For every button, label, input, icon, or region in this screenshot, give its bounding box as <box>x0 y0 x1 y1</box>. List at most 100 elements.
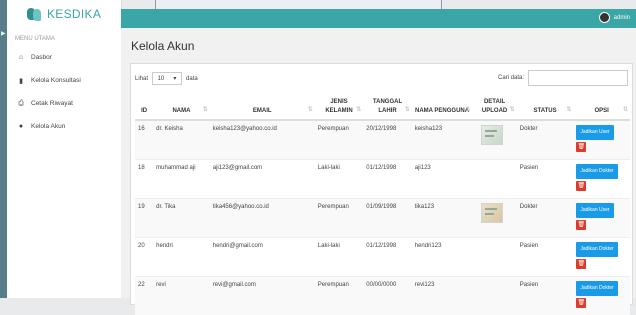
make-doctor-button[interactable]: Jadikan Dokter <box>576 242 617 257</box>
cell-options: Jadikan Dokter 🗑 <box>573 238 630 277</box>
column-header[interactable]: NAMA PENGGUNA⇅ <box>412 91 473 120</box>
cell-birthdate: 01/09/1998 <box>363 199 411 238</box>
sidebar-item-label: Kelola Akun <box>31 123 65 130</box>
cell-username: hendri123 <box>412 238 473 277</box>
table-row: 20 hendri hendri@gmail.com Laki-laki 01/… <box>135 238 630 277</box>
delete-button[interactable]: 🗑 <box>576 298 586 308</box>
cell-gender: Perempuan <box>315 120 363 160</box>
page-title: Kelola Akun <box>131 39 194 53</box>
avatar <box>599 12 610 23</box>
sidebar-item-label: Dasbor <box>31 54 52 61</box>
make-doctor-button[interactable]: Jadikan Dokter <box>576 281 617 296</box>
cell-username: revi123 <box>412 277 473 315</box>
trash-icon: 🗑 <box>578 183 586 189</box>
entries-label: data <box>186 76 198 82</box>
sort-icon: ⇅ <box>308 106 313 115</box>
make-user-button[interactable]: Jadikan User <box>576 125 613 140</box>
accounts-panel: Lihat 10▾ data Cari data: ID NAMA⇅ EMAIL… <box>130 63 633 305</box>
user-name: admin <box>614 15 630 21</box>
cell-email: aji123@gmail.com <box>210 160 315 199</box>
brand-name: KESDIKA <box>47 7 101 21</box>
search-label: Cari data: <box>498 75 524 81</box>
cell-status: Dokter <box>517 120 574 160</box>
cell-id: 19 <box>135 199 153 238</box>
sort-icon: ⇅ <box>356 106 361 115</box>
delete-button[interactable]: 🗑 <box>576 142 586 152</box>
cell-name: revi <box>153 277 210 315</box>
upload-thumbnail[interactable] <box>481 125 503 145</box>
cell-status: Pasien <box>517 160 574 199</box>
search-input[interactable] <box>528 70 628 86</box>
column-header[interactable]: STATUS⇅ <box>517 91 574 120</box>
sort-icon: ⇅ <box>203 106 208 115</box>
cell-email: hendri@gmail.com <box>210 238 315 277</box>
sidebar-item-dasbor[interactable]: ⌂ Dasbor <box>7 46 121 69</box>
cell-gender: Perempuan <box>315 199 363 238</box>
left-window-strip: ▶ <box>0 0 7 298</box>
column-header[interactable]: OPSI⇅ <box>573 91 630 120</box>
column-header[interactable]: NAMA⇅ <box>153 91 210 120</box>
top-navbar: admin <box>121 9 636 28</box>
table-row: 16 dr. Keisha keisha123@yahoo.co.id Pere… <box>135 120 630 160</box>
table-row: 19 dr. Tika tika456@yahoo.co.id Perempua… <box>135 199 630 238</box>
cell-gender: Laki-laki <box>315 238 363 277</box>
cell-id: 18 <box>135 160 153 199</box>
cell-options: Jadikan User 🗑 <box>573 120 630 160</box>
sidebar-item-cetak-riwayat[interactable]: ⎙ Cetak Riwayat <box>7 92 121 115</box>
delete-button[interactable]: 🗑 <box>576 259 586 269</box>
column-header[interactable]: EMAIL⇅ <box>210 91 315 120</box>
sort-icon: ⇅ <box>566 106 571 115</box>
page-length-select[interactable]: 10▾ <box>152 72 182 85</box>
main-content: Kelola Akun Lihat 10▾ data Cari data: ID… <box>121 28 636 298</box>
cell-status: Pasien <box>517 238 574 277</box>
cell-username: keisha123 <box>412 120 473 160</box>
column-header[interactable]: TANGGAL LAHIR⇅ <box>363 91 411 120</box>
cell-upload <box>472 120 516 160</box>
cell-birthdate: 01/12/1998 <box>363 238 411 277</box>
brand[interactable]: KESDIKA <box>7 0 121 28</box>
column-header[interactable]: JENIS KELAMIN⇅ <box>315 91 363 120</box>
sidebar-item-label: Kelola Konsultasi <box>31 77 81 84</box>
make-user-button[interactable]: Jadikan User <box>576 203 613 218</box>
cell-email: keisha123@yahoo.co.id <box>210 120 315 160</box>
cell-email: revi@gmail.com <box>210 277 315 315</box>
cell-birthdate: 20/12/1998 <box>363 120 411 160</box>
sidebar-item-kelola-konsultasi[interactable]: ▮ Kelola Konsultasi <box>7 69 121 92</box>
cell-options: Jadikan User 🗑 <box>573 199 630 238</box>
trash-icon: 🗑 <box>578 222 586 228</box>
cell-email: tika456@yahoo.co.id <box>210 199 315 238</box>
cell-birthdate: 00/00/0000 <box>363 277 411 315</box>
cell-upload <box>472 277 516 315</box>
print-icon: ⎙ <box>17 100 25 108</box>
sidebar-item-label: Cetak Riwayat <box>31 100 73 107</box>
sidebar-item-kelola-akun[interactable]: ● Kelola Akun <box>7 115 121 138</box>
expand-arrow-icon[interactable]: ▶ <box>1 30 6 37</box>
make-doctor-button[interactable]: Jadikan Dokter <box>576 164 617 179</box>
cell-upload <box>472 160 516 199</box>
cell-username: aji123 <box>412 160 473 199</box>
file-icon: ▮ <box>17 77 25 85</box>
sort-icon: ⇅ <box>510 106 515 115</box>
cell-upload <box>472 199 516 238</box>
column-header[interactable]: DETAIL UPLOAD⇅ <box>472 91 516 120</box>
delete-button[interactable]: 🗑 <box>576 220 586 230</box>
caret-down-icon: ▾ <box>173 75 176 82</box>
cell-name: hendri <box>153 238 210 277</box>
menu-title: MENU UTAMA <box>7 28 121 42</box>
cell-status: Dokter <box>517 199 574 238</box>
sort-icon: ⇅ <box>405 106 410 115</box>
sort-icon: ⇅ <box>623 106 628 115</box>
delete-button[interactable]: 🗑 <box>576 181 586 191</box>
overlay-window-edge <box>155 0 442 9</box>
trash-icon: 🗑 <box>578 300 586 306</box>
trash-icon: 🗑 <box>578 261 586 267</box>
user-menu[interactable]: admin <box>599 12 630 23</box>
column-header[interactable]: ID <box>135 91 153 120</box>
cell-id: 16 <box>135 120 153 160</box>
cell-options: Jadikan Dokter 🗑 <box>573 160 630 199</box>
upload-thumbnail[interactable] <box>481 203 503 223</box>
cell-gender: Laki-laki <box>315 160 363 199</box>
sidebar: KESDIKA MENU UTAMA ⌂ Dasbor ▮ Kelola Kon… <box>7 0 122 298</box>
logo-icon <box>27 7 43 21</box>
cell-name: dr. Tika <box>153 199 210 238</box>
